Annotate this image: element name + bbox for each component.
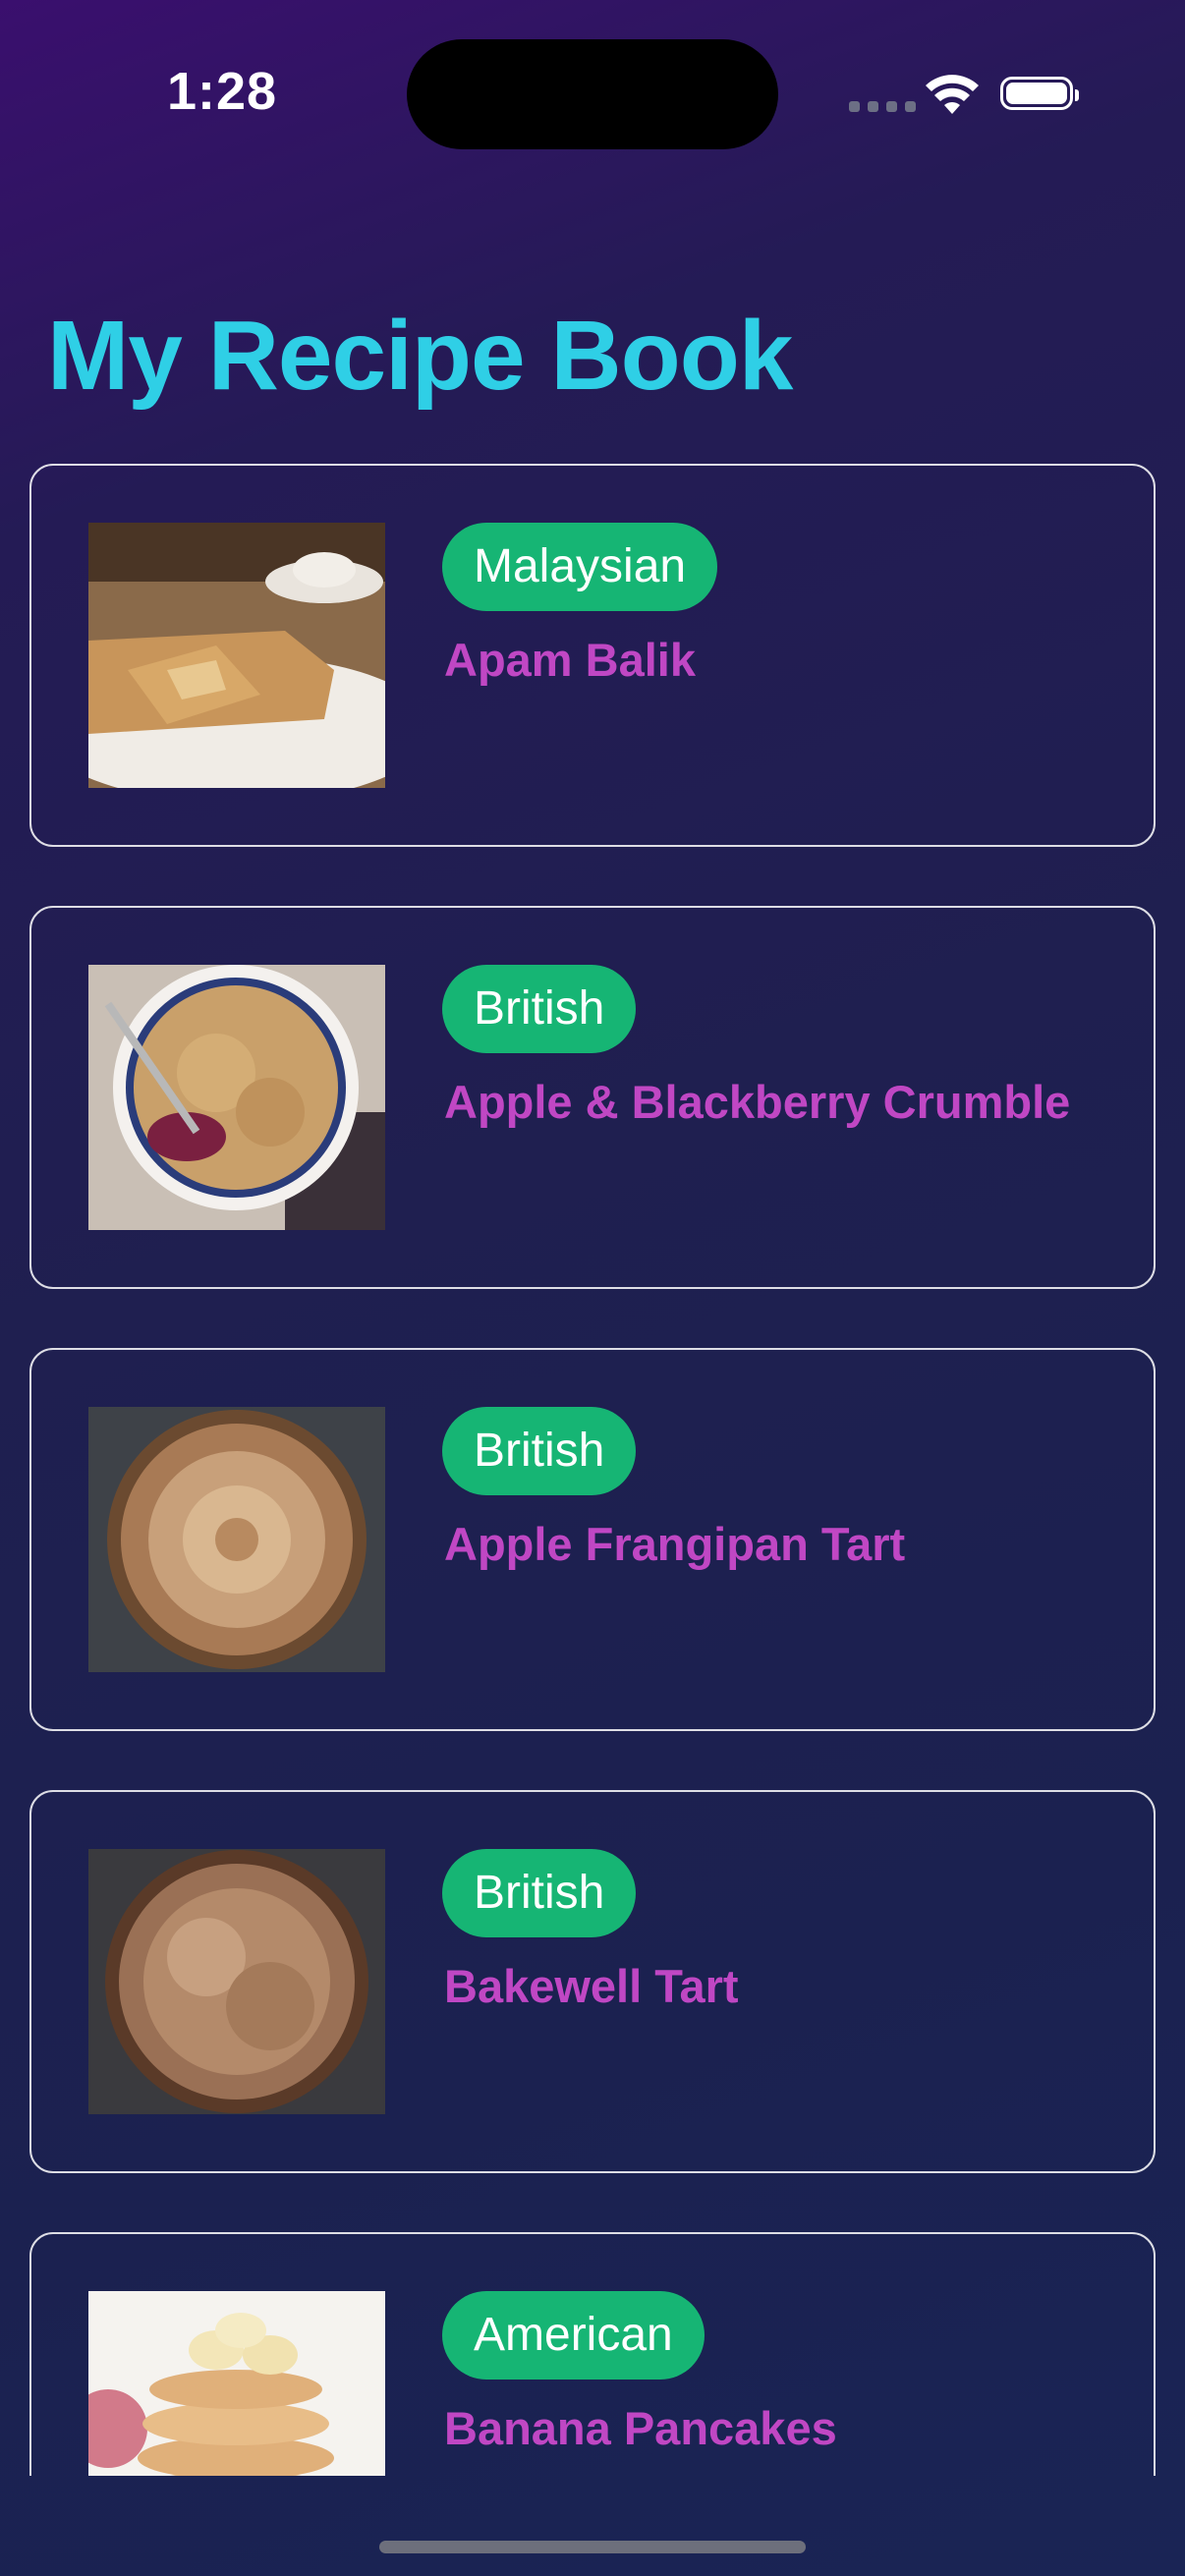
recipe-card-apple-frangipan-tart[interactable]: British Apple Frangipan Tart bbox=[29, 1348, 1156, 1731]
cuisine-tag: British bbox=[442, 1849, 637, 1937]
wifi-icon bbox=[924, 71, 981, 116]
crumble-photo bbox=[88, 965, 385, 1230]
recipe-name: Apam Balik bbox=[444, 634, 696, 686]
dynamic-island bbox=[407, 39, 778, 149]
cuisine-tag: British bbox=[442, 1407, 637, 1495]
recipe-name: Bakewell Tart bbox=[444, 1960, 739, 2012]
recipe-card-apple-blackberry-crumble[interactable]: British Apple & Blackberry Crumble bbox=[29, 906, 1156, 1289]
cellular-signal-icon bbox=[849, 101, 916, 112]
recipe-card-banana-pancakes[interactable]: American Banana Pancakes bbox=[29, 2232, 1156, 2476]
cuisine-tag: Malaysian bbox=[442, 523, 718, 611]
cuisine-tag: American bbox=[442, 2291, 705, 2380]
home-indicator[interactable] bbox=[379, 2541, 806, 2553]
recipe-name: Banana Pancakes bbox=[444, 2402, 837, 2454]
cuisine-tag: British bbox=[442, 965, 637, 1053]
apam-balik-photo bbox=[88, 523, 385, 788]
recipe-card-bakewell-tart[interactable]: British Bakewell Tart bbox=[29, 1790, 1156, 2173]
status-time: 1:28 bbox=[167, 62, 278, 121]
status-bar: 1:28 bbox=[0, 0, 1185, 149]
bakewell-tart-photo bbox=[88, 1849, 385, 2114]
battery-icon bbox=[1000, 77, 1079, 110]
banana-pancakes-photo bbox=[88, 2291, 385, 2476]
recipe-name: Apple & Blackberry Crumble bbox=[444, 1076, 1071, 1128]
recipe-card-apam-balik[interactable]: Malaysian Apam Balik bbox=[29, 464, 1156, 847]
frangipan-tart-photo bbox=[88, 1407, 385, 1672]
recipe-list[interactable]: Malaysian Apam Balik British Apple & Bla… bbox=[29, 464, 1156, 2476]
page-title: My Recipe Book bbox=[47, 301, 793, 411]
recipe-name: Apple Frangipan Tart bbox=[444, 1518, 906, 1570]
